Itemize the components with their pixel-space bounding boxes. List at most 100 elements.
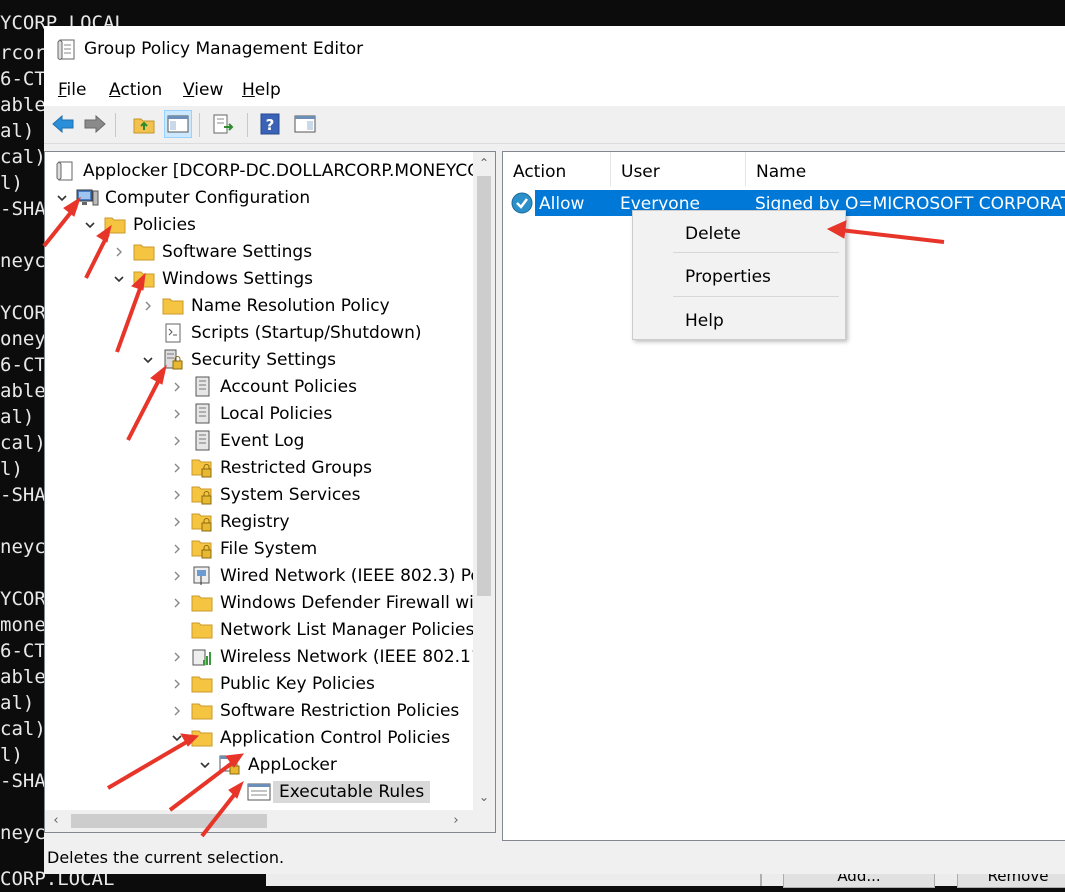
tree-item-name-resolution-policy[interactable]: Name Resolution Policy <box>141 293 390 319</box>
tree-item-registry[interactable]: Registry <box>170 509 290 535</box>
chevron-down-icon[interactable] <box>141 353 155 367</box>
toolbar-separator <box>115 113 116 137</box>
menu-item-properties[interactable]: Properties <box>685 267 771 287</box>
tree-item-account-policies[interactable]: Account Policies <box>170 374 357 400</box>
tree-item-system-services[interactable]: System Services <box>170 482 360 508</box>
folder-icon <box>190 619 214 641</box>
chevron-right-icon[interactable] <box>170 515 184 529</box>
column-header-name[interactable]: Name <box>746 152 1065 186</box>
terminal-line: cal) <box>0 432 46 454</box>
terminal-line: mone <box>0 614 46 636</box>
terminal-line: l) <box>0 458 23 480</box>
show-hide-action-pane-button[interactable] <box>291 110 319 138</box>
menu-file[interactable]: File <box>58 80 86 100</box>
tree-item-applocker[interactable]: AppLocker <box>198 752 337 778</box>
folder-icon <box>190 592 214 614</box>
scroll-thumb[interactable] <box>477 176 491 596</box>
tree-item-network-list-manager[interactable]: Network List Manager Policies <box>170 617 474 643</box>
chevron-right-icon[interactable] <box>112 245 126 259</box>
chevron-right-icon[interactable] <box>170 488 184 502</box>
tree-item-wireless-network[interactable]: Wireless Network (IEEE 802.11) Policies <box>170 644 495 670</box>
tree-item-local-policies[interactable]: Local Policies <box>170 401 332 427</box>
chevron-down-icon[interactable] <box>198 758 212 772</box>
terminal-line: able <box>0 94 46 116</box>
locked-folder-icon <box>190 538 214 560</box>
tree-item-wired-network[interactable]: Wired Network (IEEE 802.3) Policies <box>170 563 496 589</box>
up-one-level-button[interactable] <box>130 110 158 138</box>
column-header-action[interactable]: Action <box>503 152 611 186</box>
chevron-down-icon[interactable] <box>112 272 126 286</box>
menu-view[interactable]: View <box>183 80 223 100</box>
menu-action-label: ction <box>120 80 163 100</box>
scroll-down-icon[interactable]: ⌄ <box>473 786 495 808</box>
terminal-line: al) <box>0 692 35 714</box>
chevron-right-icon[interactable] <box>170 677 184 691</box>
chevron-right-icon[interactable] <box>170 461 184 475</box>
chevron-right-icon[interactable] <box>227 785 241 799</box>
export-list-button[interactable] <box>209 110 237 138</box>
chevron-right-icon[interactable] <box>170 380 184 394</box>
terminal-line: -SHA <box>0 198 46 220</box>
tree-item-policies[interactable]: Policies <box>83 212 196 238</box>
tree-horizontal-scrollbar[interactable]: ‹ › <box>45 810 495 832</box>
tree-item-security-settings[interactable]: Security Settings <box>141 347 336 373</box>
no-expander <box>141 326 155 340</box>
show-hide-console-tree-button[interactable] <box>164 110 192 138</box>
tree-item-windows-settings[interactable]: Windows Settings <box>112 266 313 292</box>
terminal-line: oney <box>0 328 46 350</box>
tree-item-scripts[interactable]: Scripts (Startup/Shutdown) <box>141 320 422 346</box>
terminal-line: cal) <box>0 718 46 740</box>
chevron-right-icon[interactable] <box>170 434 184 448</box>
scroll-right-icon[interactable]: › <box>445 810 467 832</box>
tree-label: Restricted Groups <box>220 458 373 478</box>
policy-document-icon <box>190 376 214 398</box>
scroll-left-icon[interactable]: ‹ <box>45 810 67 832</box>
terminal-line: neyc <box>0 250 46 272</box>
column-header-user[interactable]: User <box>611 152 746 186</box>
chevron-down-icon[interactable] <box>170 731 184 745</box>
chevron-right-icon[interactable] <box>170 569 184 583</box>
tree-item-public-key-policies[interactable]: Public Key Policies <box>170 671 375 697</box>
title-bar: Group Policy Management Editor <box>44 26 1065 74</box>
tree-item-defender-firewall[interactable]: Windows Defender Firewall with Advanced … <box>170 590 495 616</box>
tree-item-application-control[interactable]: Application Control Policies <box>170 725 450 751</box>
allow-check-icon <box>511 192 533 218</box>
tree-item-computer-configuration[interactable]: Computer Configuration <box>55 185 310 211</box>
menu-item-delete[interactable]: Delete <box>685 224 741 244</box>
scroll-thumb[interactable] <box>71 814 267 828</box>
chevron-right-icon[interactable] <box>170 704 184 718</box>
wireless-network-icon <box>190 646 214 668</box>
tree-item-software-restriction[interactable]: Software Restriction Policies <box>170 698 459 724</box>
chevron-right-icon[interactable] <box>170 650 184 664</box>
chevron-down-icon[interactable] <box>83 218 97 232</box>
tree-label: Application Control Policies <box>220 728 451 748</box>
menu-help[interactable]: Help <box>242 80 281 100</box>
chevron-right-icon[interactable] <box>170 542 184 556</box>
tree-item-file-system[interactable]: File System <box>170 536 317 562</box>
menu-item-help[interactable]: Help <box>685 311 724 331</box>
chevron-right-icon[interactable] <box>141 299 155 313</box>
chevron-down-icon[interactable] <box>55 191 69 205</box>
tree-item-executable-rules[interactable]: Executable Rules <box>227 779 431 805</box>
chevron-right-icon[interactable] <box>170 407 184 421</box>
tree-vertical-scrollbar[interactable]: ⌃ ⌄ <box>473 152 495 812</box>
status-text: Deletes the current selection. <box>47 848 285 867</box>
menu-action[interactable]: Action <box>109 80 162 100</box>
terminal-line: 6-CT <box>0 640 46 662</box>
policy-document-icon <box>190 403 214 425</box>
tree-label: Account Policies <box>220 377 357 397</box>
back-button[interactable] <box>49 110 77 138</box>
scroll-up-icon[interactable]: ⌃ <box>473 152 495 174</box>
menu-view-accelerator: V <box>183 80 195 100</box>
terminal-line: -SHA <box>0 770 46 792</box>
chevron-right-icon[interactable] <box>170 596 184 610</box>
terminal-line: cal) <box>0 146 46 168</box>
forward-button[interactable] <box>81 110 109 138</box>
tree-item-restricted-groups[interactable]: Restricted Groups <box>170 455 372 481</box>
tree-item-root[interactable]: Applocker [DCORP-DC.DOLLARCORP.MONEYCORP… <box>53 158 495 184</box>
tree-item-software-settings[interactable]: Software Settings <box>112 239 312 265</box>
tree-item-event-log[interactable]: Event Log <box>170 428 304 454</box>
help-button[interactable]: ? <box>256 110 284 138</box>
tree-label: Wired Network (IEEE 802.3) Policies <box>220 566 496 586</box>
folder-icon <box>132 268 156 290</box>
